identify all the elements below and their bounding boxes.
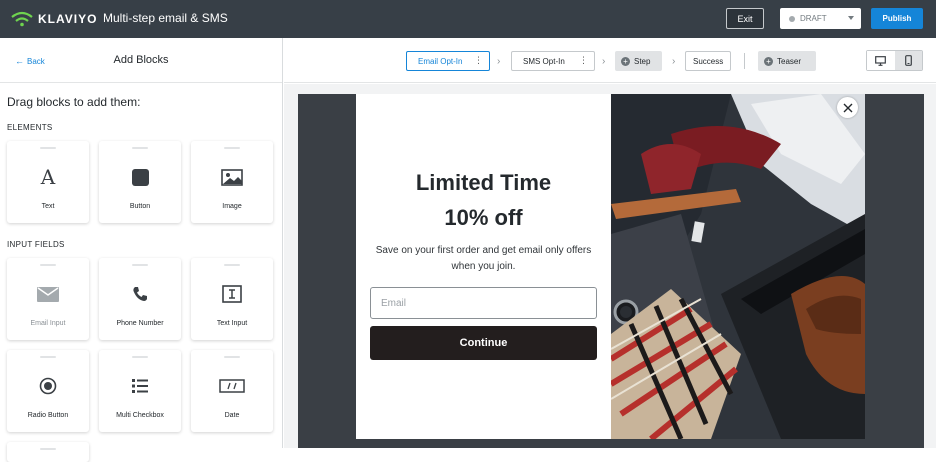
headline-line-2[interactable]: 10% off — [356, 205, 611, 231]
form-subtext[interactable]: Save on your first order and get email o… — [370, 243, 597, 275]
drag-handle — [132, 264, 148, 266]
step-email-opt-in[interactable]: Email Opt-In ⋮ — [406, 51, 490, 71]
desktop-icon — [875, 55, 887, 66]
email-field[interactable]: Email — [370, 287, 597, 319]
block-label: Image — [222, 203, 242, 210]
klaviyo-logo[interactable]: KLAVIYO — [10, 10, 97, 28]
popup-form[interactable]: Limited Time 10% off Save on your first … — [356, 94, 865, 439]
plus-icon: + — [764, 56, 773, 66]
continue-button[interactable]: Continue — [370, 326, 597, 360]
text-block[interactable]: A Text — [7, 141, 89, 223]
step-label: Teaser — [777, 56, 802, 66]
image-icon — [191, 166, 273, 188]
add-blocks-panel: ← Back Add Blocks Drag blocks to add the… — [0, 38, 283, 462]
drag-handle — [40, 448, 56, 450]
step-sms-opt-in[interactable]: SMS Opt-In ⋮ — [511, 51, 595, 71]
drag-handle — [132, 356, 148, 358]
exit-button[interactable]: Exit — [726, 8, 764, 29]
step-success[interactable]: Success — [685, 51, 731, 71]
block-label: Phone Number — [116, 320, 164, 327]
input-fields-section-label: INPUT FIELDS — [7, 240, 65, 249]
step-label: Email Opt-In — [418, 56, 463, 66]
form-title[interactable]: Multi-step email & SMS — [103, 11, 228, 25]
desktop-view-button[interactable] — [867, 51, 895, 70]
chevron-right-icon: › — [602, 56, 606, 67]
more-vertical-icon[interactable]: ⋮ — [474, 56, 483, 65]
email-input-block[interactable]: Email Input — [7, 258, 89, 340]
panel-header: ← Back Add Blocks — [0, 38, 282, 83]
block-label: Email Input — [30, 320, 66, 327]
block-label: Multi Checkbox — [116, 412, 164, 419]
multi-checkbox-block[interactable]: Multi Checkbox — [99, 350, 181, 432]
status-dot-icon — [789, 15, 795, 22]
block-label: Text — [41, 203, 55, 210]
email-icon — [7, 283, 89, 305]
status-label: DRAFT — [800, 14, 827, 23]
radio-button-block[interactable]: Radio Button — [7, 350, 89, 432]
device-toggle — [866, 50, 923, 71]
email-placeholder: Email — [381, 297, 407, 309]
site-preview-background: Limited Time 10% off Save on your first … — [298, 94, 924, 448]
button-icon — [99, 166, 181, 188]
more-block-partial[interactable] — [7, 442, 89, 462]
drag-handle — [224, 356, 240, 358]
step-label: Success — [693, 56, 724, 66]
step-label: SMS Opt-In — [523, 56, 565, 66]
plus-icon: + — [621, 56, 630, 66]
chevron-right-icon: › — [497, 56, 501, 67]
close-icon — [843, 103, 852, 112]
drag-instructions: Drag blocks to add them: — [7, 95, 141, 109]
editor-canvas: Limited Time 10% off Save on your first … — [284, 84, 936, 448]
top-bar: KLAVIYO Multi-step email & SMS Exit DRAF… — [0, 0, 936, 38]
phone-number-block[interactable]: Phone Number — [99, 258, 181, 340]
step-bar: Email Opt-In ⋮ › SMS Opt-In ⋮ › + Step ›… — [284, 38, 936, 83]
drag-handle — [40, 264, 56, 266]
drag-handle — [40, 356, 56, 358]
block-label: Radio Button — [27, 412, 69, 419]
form-image[interactable] — [611, 94, 865, 439]
drag-handle — [224, 147, 240, 149]
drag-handle — [132, 147, 148, 149]
drag-handle — [224, 264, 240, 266]
radio-icon — [7, 375, 89, 397]
step-label: Step — [634, 56, 651, 66]
list-icon — [99, 375, 181, 397]
status-dropdown[interactable]: DRAFT — [780, 8, 861, 29]
wifi-logo-icon — [11, 11, 33, 27]
text-input-block[interactable]: Text Input — [191, 258, 273, 340]
divider — [744, 53, 745, 69]
block-label: Date — [224, 412, 240, 419]
publish-button[interactable]: Publish — [871, 8, 923, 29]
headline-line-1[interactable]: Limited Time — [356, 170, 611, 196]
date-block[interactable]: Date — [191, 350, 273, 432]
form-content: Limited Time 10% off Save on your first … — [356, 94, 611, 439]
text-icon: A — [40, 165, 56, 189]
button-block[interactable]: Button — [99, 141, 181, 223]
close-button[interactable] — [837, 97, 858, 118]
image-block[interactable]: Image — [191, 141, 273, 223]
add-teaser-button[interactable]: + Teaser — [758, 51, 816, 71]
phone-icon — [99, 283, 181, 305]
chevron-down-icon — [848, 16, 854, 20]
mobile-view-button[interactable] — [894, 51, 922, 70]
mobile-icon — [904, 55, 912, 66]
panel-title: Add Blocks — [113, 54, 169, 66]
more-vertical-icon[interactable]: ⋮ — [579, 56, 588, 65]
date-icon — [191, 375, 273, 397]
elements-section-label: ELEMENTS — [7, 123, 53, 132]
clothing-flatlay-image — [611, 94, 865, 439]
chevron-right-icon: › — [672, 56, 676, 67]
add-step-button[interactable]: + Step — [615, 51, 662, 71]
block-label: Text Input — [216, 320, 248, 327]
block-label: Button — [129, 203, 151, 210]
drag-handle — [40, 147, 56, 149]
text-input-icon — [191, 283, 273, 305]
logo-text: KLAVIYO — [38, 12, 98, 26]
